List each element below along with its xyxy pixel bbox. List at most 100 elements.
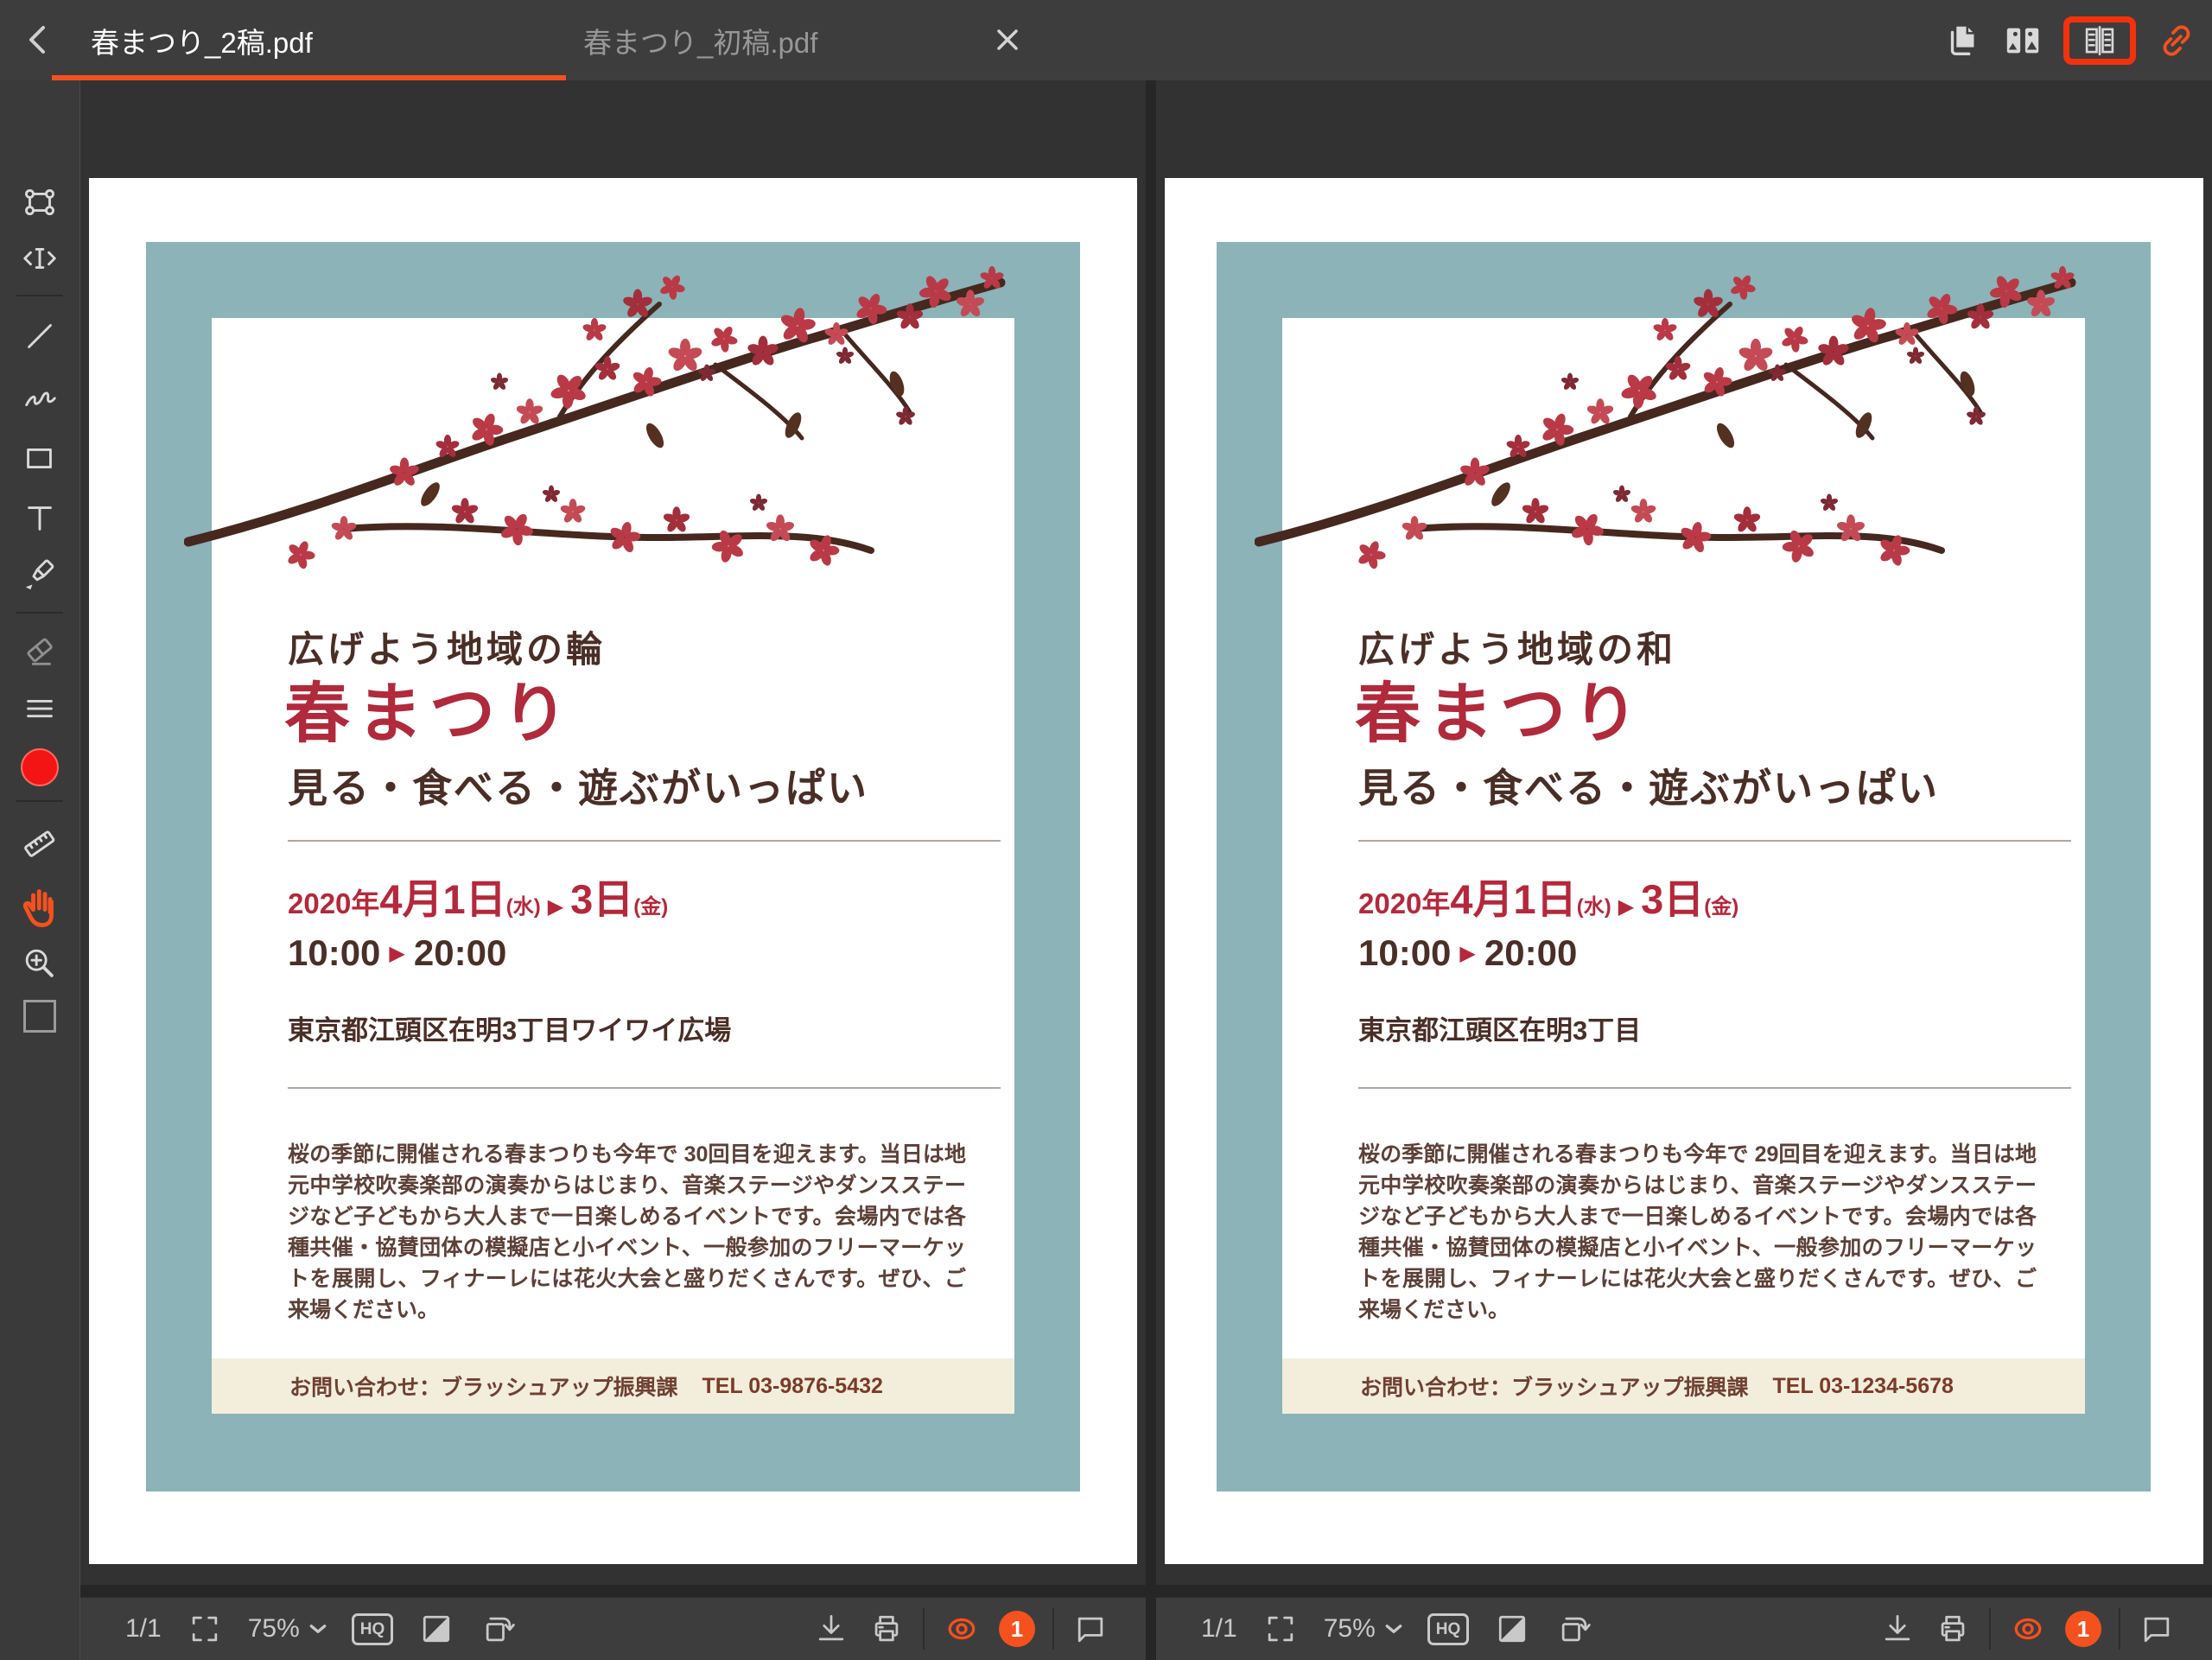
time-end: 20:00 <box>414 932 506 973</box>
close-tab-icon[interactable] <box>992 24 1023 55</box>
topbar-actions <box>1942 0 2196 80</box>
hand-tool-icon[interactable] <box>20 882 60 929</box>
flyer-time: 10:00▶20:00 <box>288 932 1014 974</box>
annotation-toolbar <box>0 80 80 1660</box>
scroll-track <box>1156 1585 2212 1597</box>
flyer-body-text: 桜の季節に開催される春まつりも今年で 30回目を迎えます。当日は地元中学校吹奏楽… <box>288 1139 966 1326</box>
time-start: 10:00 <box>288 932 380 973</box>
date-end: 3日 <box>1641 876 1704 922</box>
hq-label: HQ <box>360 1620 385 1638</box>
hq-toggle[interactable]: HQ <box>352 1613 394 1645</box>
toolbar-separator <box>923 1608 925 1650</box>
scroll-track <box>80 1585 1146 1597</box>
flyer-date: 2020年4月1日(水)▶3日(金) <box>288 866 1014 925</box>
flyer-location: 東京都江頭区在明3丁目 <box>1358 1008 2085 1047</box>
date-arrow-icon: ▶ <box>1611 895 1641 919</box>
zoom-control[interactable]: 75% <box>1324 1614 1403 1644</box>
annotation-count-badge[interactable]: 1 <box>999 1611 1035 1647</box>
footer-contact-label: お問い合わせ：ブラッシュアップ振興課 <box>1360 1371 1749 1402</box>
ruler-icon[interactable] <box>20 824 60 864</box>
highlighter-icon[interactable] <box>20 555 60 595</box>
zoom-level[interactable]: 75% <box>1324 1614 1376 1644</box>
annotation-count-badge[interactable]: 1 <box>2065 1611 2101 1647</box>
toolbar-separator <box>1052 1608 1054 1650</box>
menu-lines-icon[interactable] <box>20 690 60 729</box>
link-sync-icon[interactable] <box>2157 21 2196 60</box>
date-end-day: (金) <box>1704 895 1738 919</box>
flyer-location: 東京都江頭区在明3丁目ワイワイ広場 <box>288 1008 1014 1047</box>
flyer-rule <box>288 840 1001 842</box>
select-transform-icon[interactable] <box>20 182 60 222</box>
red-color-tool[interactable] <box>21 748 59 786</box>
line-tool-icon[interactable] <box>20 316 60 356</box>
review-eye-icon[interactable] <box>942 1610 982 1648</box>
date-start: 4月1日 <box>379 876 505 922</box>
footer-telephone: TEL 03-9876-5432 <box>702 1374 883 1399</box>
time-end: 20:00 <box>1484 932 1577 973</box>
flyer-content: 広げよう地域の輪 春まつり 見る・食べる・遊ぶがいっぱい 2020年4月1日(水… <box>212 318 1014 1414</box>
document-pane-right: 広げよう地域の和 春まつり 見る・食べる・遊ぶがいっぱい 2020年4月1日(水… <box>1156 80 2212 1660</box>
zoom-in-icon[interactable] <box>20 944 60 983</box>
chevron-down-icon <box>308 1622 327 1636</box>
date-start-day: (水) <box>1577 895 1611 919</box>
print-icon[interactable] <box>1934 1610 1972 1648</box>
toolbar-divider <box>16 295 63 296</box>
split-view-icon[interactable] <box>2003 21 2043 60</box>
download-icon[interactable] <box>1878 1610 1916 1648</box>
edit-text-icon[interactable] <box>20 239 60 278</box>
eraser-icon[interactable] <box>20 631 60 671</box>
flyer-rule <box>1358 1087 2071 1089</box>
download-icon[interactable] <box>812 1610 850 1648</box>
side-by-side-compare-icon[interactable] <box>2082 22 2118 59</box>
date-arrow-icon: ▶ <box>541 895 570 919</box>
print-icon[interactable] <box>868 1610 906 1648</box>
text-tool-icon[interactable] <box>20 498 60 537</box>
contrast-icon[interactable] <box>1493 1610 1531 1648</box>
active-tab-underline <box>52 75 566 80</box>
pdf-page[interactable]: 広げよう地域の輪 春まつり 見る・食べる・遊ぶがいっぱい 2020年4月1日(水… <box>89 178 1137 1564</box>
footer-contact-label: お問い合わせ：ブラッシュアップ振興課 <box>289 1371 678 1402</box>
time-start: 10:00 <box>1358 932 1451 973</box>
review-eye-icon[interactable] <box>2008 1610 2048 1648</box>
comment-icon[interactable] <box>1071 1610 1109 1648</box>
flyer-subtitle: 見る・食べる・遊ぶがいっぱい <box>288 757 1014 814</box>
flyer: 広げよう地域の輪 春まつり 見る・食べる・遊ぶがいっぱい 2020年4月1日(水… <box>146 242 1080 1491</box>
fit-screen-icon[interactable] <box>186 1610 224 1648</box>
flyer-title: 春まつり <box>1355 677 2085 752</box>
tab-active[interactable]: 春まつり_2稿.pdf <box>91 20 313 61</box>
hq-label: HQ <box>1436 1620 1461 1638</box>
date-start: 4月1日 <box>1450 876 1576 922</box>
document-pane-left: 広げよう地域の輪 春まつり 見る・食べる・遊ぶがいっぱい 2020年4月1日(水… <box>80 80 1146 1660</box>
flyer-date: 2020年4月1日(水)▶3日(金) <box>1358 866 2085 925</box>
zoom-level[interactable]: 75% <box>248 1614 300 1644</box>
freehand-pen-icon[interactable] <box>20 377 60 417</box>
rotate-page-icon[interactable] <box>480 1610 518 1648</box>
flyer-time: 10:00▶20:00 <box>1358 932 2085 974</box>
rectangle-tool-icon[interactable] <box>20 439 60 479</box>
date-year: 2020年 <box>1358 887 1450 919</box>
date-end-day: (金) <box>633 895 668 919</box>
rotate-page-icon[interactable] <box>1555 1610 1593 1648</box>
flyer-tagline: 広げよう地域の輪 <box>288 620 1014 673</box>
pdf-page[interactable]: 広げよう地域の和 春まつり 見る・食べる・遊ぶがいっぱい 2020年4月1日(水… <box>1165 178 2203 1564</box>
flyer-content: 広げよう地域の和 春まつり 見る・食べる・遊ぶがいっぱい 2020年4月1日(水… <box>1282 318 2085 1414</box>
duplicate-pages-icon[interactable] <box>1942 21 1982 60</box>
back-chevron-icon[interactable] <box>24 22 54 57</box>
viewer-toolbar-right: 1/1 75% HQ <box>1156 1597 2212 1660</box>
flyer-tagline: 広げよう地域の和 <box>1358 620 2085 673</box>
date-start-day: (水) <box>506 895 541 919</box>
flyer-rule <box>1358 840 2071 842</box>
color-swatch-tool[interactable] <box>23 1000 56 1033</box>
tab-inactive[interactable]: 春まつり_初稿.pdf <box>583 20 817 61</box>
comment-icon[interactable] <box>2138 1610 2176 1648</box>
fit-screen-icon[interactable] <box>1262 1610 1300 1648</box>
contrast-icon[interactable] <box>417 1610 455 1648</box>
zoom-control[interactable]: 75% <box>248 1614 327 1644</box>
viewer-toolbar-left: 1/1 75% HQ <box>80 1597 1146 1660</box>
hq-toggle[interactable]: HQ <box>1427 1613 1470 1645</box>
toolbar-separator <box>1989 1608 1991 1650</box>
flyer-rule <box>288 1087 1001 1089</box>
flyer-footer: お問い合わせ：ブラッシュアップ振興課 TEL 03-9876-5432 <box>212 1358 1014 1414</box>
date-end: 3日 <box>570 876 633 922</box>
flyer-footer: お問い合わせ：ブラッシュアップ振興課 TEL 03-1234-5678 <box>1282 1358 2085 1414</box>
